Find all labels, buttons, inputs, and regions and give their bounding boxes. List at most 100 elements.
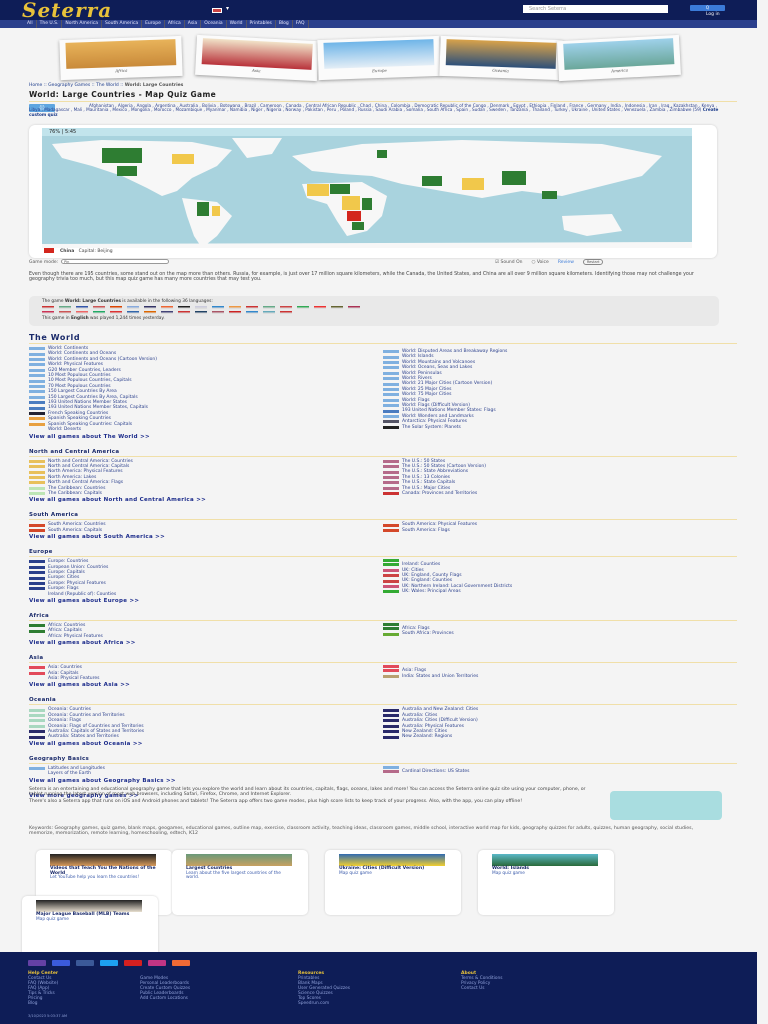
search-button[interactable]: Q (690, 5, 725, 11)
blogger-icon[interactable] (172, 960, 190, 966)
language-flag-icon[interactable] (76, 306, 88, 309)
list-item[interactable]: India: States and Union Territories (383, 674, 737, 679)
search-input[interactable]: Search Seterra (523, 5, 668, 13)
world-map[interactable] (42, 136, 692, 248)
banner-photo-oceania[interactable]: Oceania (439, 35, 563, 81)
language-flag-icon[interactable] (195, 306, 207, 309)
language-flag-icon[interactable] (280, 306, 292, 309)
nav-item-all[interactable]: All (24, 20, 37, 28)
view-all-link[interactable]: View all games about South America >> (29, 534, 737, 540)
language-flag-icon[interactable] (93, 310, 105, 314)
view-all-link[interactable]: View all games about Asia >> (29, 682, 737, 688)
nav-item-europe[interactable]: Europe (142, 20, 165, 28)
nav-item-world[interactable]: World (227, 20, 247, 28)
game-link[interactable]: UK: Wales: Principal Areas (402, 589, 461, 594)
seterra-logo[interactable]: Seterra (22, 0, 112, 22)
list-item[interactable]: Ireland (Republic of): Counties (29, 592, 383, 597)
language-flag-icon[interactable] (331, 306, 343, 309)
view-all-link[interactable]: View all games about North and Central A… (29, 497, 737, 503)
twitter-icon[interactable] (100, 960, 118, 966)
list-item[interactable]: South America: Capitals (29, 528, 383, 533)
list-item[interactable]: New Zealand: Regions (383, 734, 737, 739)
nav-item-faq[interactable]: FAQ (293, 20, 309, 28)
nav-item-asia[interactable]: Asia (185, 20, 202, 28)
language-flag-icon[interactable] (280, 310, 292, 314)
list-item[interactable]: Layers of the Earth (29, 771, 383, 776)
banner-photo-europe[interactable]: Europe (317, 35, 441, 81)
language-flag-icon[interactable] (314, 306, 326, 309)
language-flag-icon[interactable] (212, 306, 224, 309)
game-link[interactable]: Africa: Physical Features (48, 634, 103, 639)
language-flag-icon[interactable] (59, 306, 71, 309)
review-link[interactable]: Review (558, 260, 574, 265)
game-link[interactable]: New Zealand: Regions (402, 734, 452, 739)
related-card[interactable]: World: Islands Map quiz game (478, 850, 614, 915)
language-flag-icon[interactable] (161, 310, 173, 314)
game-link[interactable]: Cardinal Directions: US States (402, 769, 470, 774)
game-mode-select[interactable]: Pin (61, 259, 170, 264)
view-all-link[interactable]: View all games about Oceania >> (29, 741, 737, 747)
list-item[interactable]: Cardinal Directions: US States (383, 769, 737, 774)
language-flag-icon[interactable] (110, 310, 122, 314)
language-flag-icon[interactable] (195, 310, 207, 314)
nav-item-africa[interactable]: Africa (165, 20, 185, 28)
list-item[interactable]: The Solar System: Planets (383, 425, 737, 430)
footer-link[interactable]: Add Custom Locations (140, 996, 190, 1001)
view-all-link[interactable]: View all games about The World >> (29, 434, 737, 440)
language-flag-icon[interactable] (161, 306, 173, 309)
list-item[interactable]: South America: Flags (383, 528, 737, 533)
list-item[interactable]: The Caribbean: Capitals (29, 491, 383, 496)
breadcrumb-links[interactable]: Home :: Geography Games :: The World :: (29, 83, 125, 88)
language-flag-icon[interactable] (144, 310, 156, 314)
voice-toggle[interactable]: ○ Voice (531, 260, 548, 265)
language-flag-icon[interactable] (246, 306, 258, 309)
banner-photo-africa[interactable]: Africa (59, 35, 183, 81)
footer-link[interactable]: Blog (28, 1001, 58, 1006)
list-item[interactable]: World: Deserts (29, 427, 383, 432)
language-flag-icon[interactable] (127, 306, 139, 309)
game-link[interactable]: India: States and Union Territories (402, 674, 478, 679)
facebook-icon[interactable] (76, 960, 94, 966)
list-item[interactable]: Africa: Physical Features (29, 634, 383, 639)
nav-item-the-u-s-[interactable]: The U.S. (37, 20, 63, 28)
messenger-icon[interactable] (52, 960, 70, 966)
game-link[interactable]: Asia: Physical Features (48, 676, 99, 681)
language-flag-icon[interactable] (93, 306, 105, 309)
list-item[interactable]: UK: Wales: Principal Areas (383, 589, 737, 594)
game-link[interactable]: The Caribbean: Capitals (48, 491, 102, 496)
view-all-link[interactable]: View all games about Africa >> (29, 640, 737, 646)
nav-item-blog[interactable]: Blog (276, 20, 293, 28)
list-item[interactable]: Australia: States and Territories (29, 734, 383, 739)
footer-link[interactable]: Speedrun.com (298, 1001, 350, 1006)
language-flag-icon[interactable] (144, 306, 156, 309)
game-link[interactable]: Canada: Provinces and Territories (402, 491, 477, 496)
twitch-icon[interactable] (28, 960, 46, 966)
banner-photo-asia[interactable]: Asia (195, 34, 319, 82)
language-flag-icon[interactable] (42, 310, 54, 314)
language-flag-icon[interactable] (263, 310, 275, 314)
list-item[interactable]: Asia: Physical Features (29, 676, 383, 681)
view-all-link[interactable]: View all games about Geography Basics >> (29, 778, 737, 784)
language-flag-icon[interactable] (127, 310, 139, 314)
game-link[interactable]: South America: Flags (402, 528, 450, 533)
language-flag-icon[interactable] (59, 310, 71, 314)
restart-button[interactable]: Restart (582, 259, 604, 265)
language-flag-icon[interactable] (212, 8, 222, 13)
game-link[interactable]: Ireland (Republic of): Counties (48, 592, 116, 597)
nav-item-south-america[interactable]: South America (102, 20, 143, 28)
language-flag-icon[interactable] (246, 310, 258, 314)
list-item[interactable]: South Africa: Provinces (383, 631, 737, 636)
language-flag-icon[interactable] (178, 310, 190, 314)
game-link[interactable]: South Africa: Provinces (402, 631, 454, 636)
youtube-icon[interactable] (124, 960, 142, 966)
game-link[interactable]: World: Deserts (48, 427, 81, 432)
login-link[interactable]: Log in (706, 12, 720, 17)
country-tags[interactable]: Afghanistan , Algeria , Angola , Argenti… (29, 103, 717, 112)
language-flag-icon[interactable] (229, 310, 241, 314)
related-card[interactable]: Ukraine: Cities (Difficult Version) Map q… (325, 850, 461, 915)
game-link[interactable]: South America: Capitals (48, 528, 102, 533)
nav-item-north-america[interactable]: North America (62, 20, 102, 28)
game-link[interactable]: Layers of the Earth (48, 771, 91, 776)
language-flag-icon[interactable] (297, 306, 309, 309)
game-link[interactable]: Australia: States and Territories (48, 734, 119, 739)
